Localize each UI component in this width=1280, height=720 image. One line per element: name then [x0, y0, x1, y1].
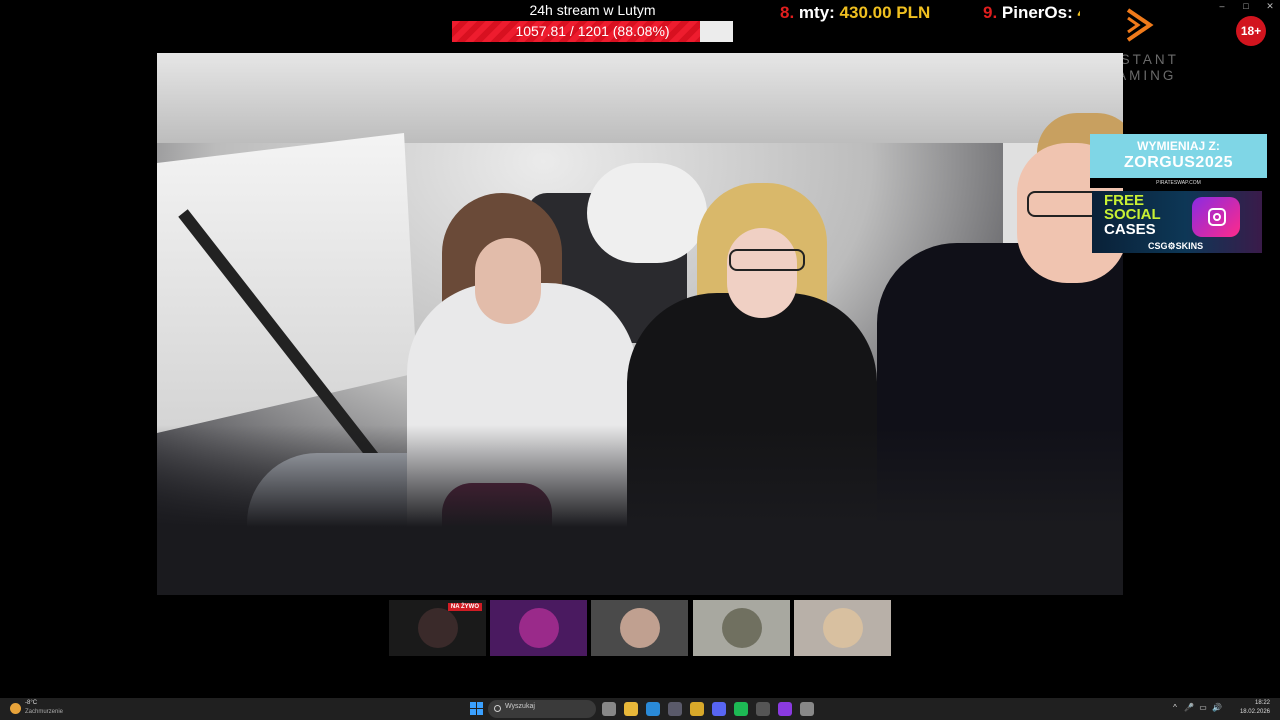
participant-tile[interactable]	[794, 600, 891, 656]
search-icon	[494, 705, 501, 712]
promo-line: SOCIAL	[1104, 206, 1161, 223]
clock-date[interactable]: 18.02.2026	[1230, 709, 1270, 715]
goal-title: 24h stream w Lutym	[529, 2, 656, 18]
main-video-feed[interactable]	[157, 53, 1123, 595]
store-icon[interactable]	[668, 702, 682, 716]
glasses	[729, 249, 805, 271]
promo-line: CASES	[1104, 221, 1156, 238]
spotify-icon[interactable]	[734, 702, 748, 716]
ticker-name: mty:	[794, 3, 835, 22]
ticker-rank: 9.	[983, 3, 998, 22]
live-badge: NA ŻYWO	[447, 603, 482, 611]
participant-avatar	[519, 608, 559, 648]
van-ceiling	[157, 53, 1123, 143]
participant-tiles: NA ŻYWO	[389, 600, 893, 656]
minimize-button[interactable]: –	[1216, 0, 1228, 12]
weather-widget[interactable]: -8°C Zachmurzenie	[10, 700, 70, 718]
maximize-button[interactable]: □	[1240, 0, 1252, 12]
edge-icon[interactable]	[646, 702, 660, 716]
microphone-icon[interactable]: 🎤	[1184, 703, 1194, 713]
task-view-icon[interactable]	[602, 702, 616, 716]
participant-tile[interactable]	[693, 600, 790, 656]
ticker-rank: 8.	[780, 3, 795, 22]
tray-overflow-icon[interactable]: ^	[1170, 703, 1180, 713]
weather-icon	[10, 703, 21, 714]
system-tray: ^ 🎤 ▭ 🔊 18:22 18.02.2026	[1170, 698, 1270, 720]
participant-tile[interactable]	[591, 600, 688, 656]
volume-icon[interactable]: 🔊	[1212, 703, 1222, 713]
ticker-name: PinerOs:	[997, 3, 1073, 22]
discord-icon[interactable]	[712, 702, 726, 716]
promo-code: ZORGUS2025	[1123, 154, 1234, 171]
donor-ticker: 8. mty: 430.00 PLN 9. PinerOs: 400	[780, 3, 1080, 25]
start-button[interactable]	[470, 702, 483, 715]
ticker-amount: 430.00 PLN	[834, 3, 931, 22]
ticker-amount: 400	[1073, 3, 1081, 22]
file-explorer-icon[interactable]	[624, 702, 638, 716]
obs-icon[interactable]	[756, 702, 770, 716]
promo-brand: CSG⚙SKINS	[1148, 241, 1204, 251]
participant-tile[interactable]: NA ŻYWO	[389, 600, 486, 656]
settings-icon[interactable]	[800, 702, 814, 716]
ticker-entry: 8. mty: 430.00 PLN	[780, 3, 930, 23]
promo-url: PIRATESWAP.COM	[1090, 178, 1267, 188]
taskbar: -8°C Zachmurzenie Wyszukaj ^ 🎤 ▭ 🔊 18:22…	[0, 698, 1280, 720]
van-floor-shadow	[157, 425, 1123, 595]
clock-time[interactable]: 18:22	[1230, 700, 1270, 706]
instagram-icon	[1208, 208, 1226, 226]
van-window	[157, 133, 417, 433]
weather-description: Zachmurzenie	[25, 709, 64, 715]
network-icon[interactable]: ▭	[1198, 703, 1208, 713]
participant-avatar	[722, 608, 762, 648]
person-face	[727, 228, 797, 318]
participant-tile[interactable]	[490, 600, 587, 656]
promo-line: WYMIENIAJ Z:	[1137, 139, 1220, 153]
ticker-entry: 9. PinerOs: 400	[983, 3, 1080, 23]
participant-avatar	[823, 608, 863, 648]
close-button[interactable]: ✕	[1264, 0, 1276, 12]
search-placeholder: Wyszukaj	[505, 703, 535, 710]
app-icon[interactable]	[778, 702, 792, 716]
age-rating-badge: 18+	[1236, 16, 1266, 46]
participant-avatar	[418, 608, 458, 648]
participant-avatar	[620, 608, 660, 648]
chrome-icon[interactable]	[690, 702, 704, 716]
instagram-card	[1192, 197, 1240, 237]
weather-temperature: -8°C	[25, 700, 38, 706]
csgoskins-promo-banner[interactable]: FREE SOCIAL CASES CSG⚙SKINS	[1092, 191, 1262, 253]
fur-hood	[587, 163, 707, 263]
goal-progress-bar: 1057.81 / 1201 (88.08%)	[452, 21, 733, 42]
goal-progress-text: 1057.81 / 1201 (88.08%)	[515, 23, 670, 39]
taskbar-search[interactable]: Wyszukaj	[488, 700, 596, 718]
person-face	[475, 238, 541, 324]
window-controls: – □ ✕	[1216, 0, 1276, 12]
instant-gaming-icon	[1126, 8, 1154, 42]
